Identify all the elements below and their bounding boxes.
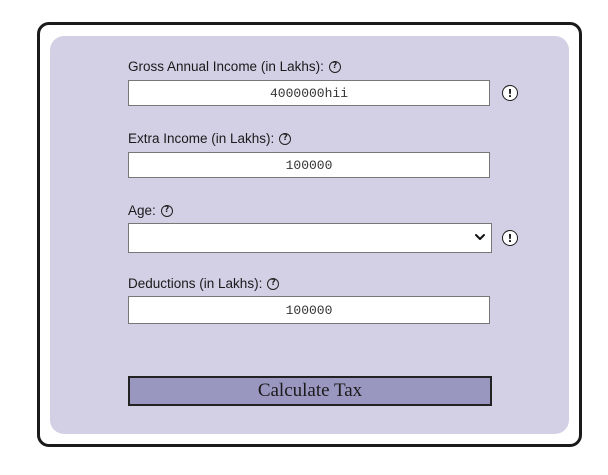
deductions-input[interactable] [128, 296, 490, 324]
form-frame: Gross Annual Income (in Lakhs): ? ! Extr… [37, 22, 582, 447]
chevron-down-icon [475, 234, 485, 240]
age-help-icon[interactable]: ? [160, 204, 173, 217]
extra-income-help-icon[interactable]: ? [279, 132, 292, 145]
age-label-text: Age: [128, 203, 156, 218]
age-select[interactable] [128, 223, 492, 253]
age-label: Age: ? [128, 203, 173, 218]
deductions-label: Deductions (in Lakhs): ? [128, 276, 280, 291]
deductions-label-text: Deductions (in Lakhs): [128, 276, 263, 291]
gross-income-label-text: Gross Annual Income (in Lakhs): [128, 59, 324, 74]
gross-income-label: Gross Annual Income (in Lakhs): ? [128, 59, 341, 74]
extra-income-label: Extra Income (in Lakhs): ? [128, 131, 292, 146]
gross-income-input[interactable] [128, 80, 490, 106]
calculate-tax-button[interactable]: Calculate Tax [128, 376, 492, 406]
deductions-help-icon[interactable]: ? [267, 277, 280, 290]
extra-income-label-text: Extra Income (in Lakhs): [128, 131, 275, 146]
age-warning-icon: ! [502, 230, 518, 246]
gross-income-warning-icon: ! [502, 85, 518, 101]
gross-income-help-icon[interactable]: ? [328, 60, 341, 73]
form-panel: Gross Annual Income (in Lakhs): ? ! Extr… [50, 36, 569, 434]
extra-income-input[interactable] [128, 152, 490, 178]
